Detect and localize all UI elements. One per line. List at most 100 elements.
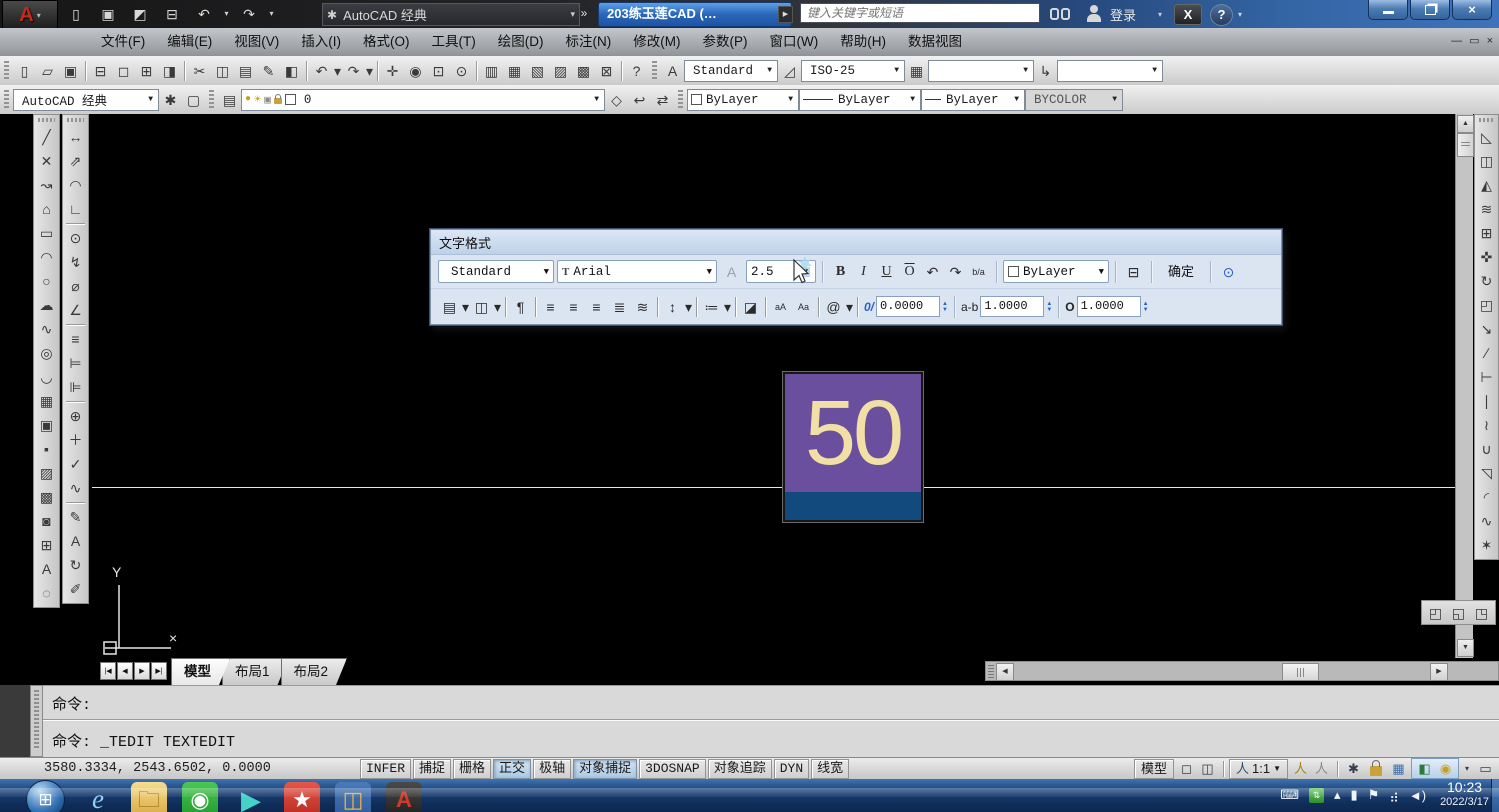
aligned-dimension-icon[interactable]: ⇗ <box>64 149 87 173</box>
add-selected-icon[interactable]: ◌ <box>35 581 58 605</box>
oblique-angle-input[interactable]: 0.0000 <box>876 296 940 317</box>
save-workspace-icon[interactable]: ▢ <box>182 89 205 111</box>
workspace-combo[interactable]: ✱ AutoCAD 经典 ▾ <box>322 3 580 26</box>
layer-states-icon[interactable]: ⇄ <box>651 89 674 111</box>
chevron-down-icon[interactable]: ▾ <box>1238 10 1242 19</box>
tolerance-icon[interactable]: ⊕ <box>64 404 87 428</box>
offset-icon[interactable]: ≋ <box>1475 197 1498 221</box>
quick-view-layouts-icon[interactable]: ◫ <box>1197 760 1218 778</box>
spinner-arrows[interactable]: ▲▼ <box>1046 301 1052 313</box>
table-icon[interactable]: ⊞ <box>35 533 58 557</box>
chevron-down-icon[interactable]: ▼ <box>910 95 917 104</box>
plot-icon[interactable]: ⊟ <box>158 3 186 25</box>
copy-icon[interactable]: ◫ <box>211 60 234 82</box>
workspace-settings-icon[interactable]: ✱ <box>159 89 182 111</box>
plot-icon[interactable]: ⊟ <box>89 60 112 82</box>
mtext-justification-icon[interactable]: ◫ <box>470 296 493 318</box>
dialog-text-style-combo[interactable]: Standard ▼ <box>438 260 554 283</box>
text-style-icon[interactable]: A <box>661 60 684 82</box>
command-window-grip[interactable] <box>30 685 43 757</box>
continue-dimension-icon[interactable]: ⊫ <box>64 375 87 399</box>
save-as-icon[interactable]: ◩ <box>126 3 154 25</box>
angular-dimension-icon[interactable]: ∠ <box>64 298 87 322</box>
input-indicator-icon[interactable]: ⌨ <box>1280 787 1299 803</box>
ordinate-dimension-icon[interactable]: ∟ <box>64 197 87 221</box>
horizontal-scrollbar[interactable]: ◀ ▶ <box>985 661 1499 681</box>
diameter-dimension-icon[interactable]: ⌀ <box>64 274 87 298</box>
insert-block-icon[interactable]: ▦ <box>35 389 58 413</box>
baseline-dimension-icon[interactable]: ⊨ <box>64 351 87 375</box>
taskbar-file-explorer[interactable]: 🗀 <box>131 782 167 812</box>
network-signal-icon[interactable]: ⣴ <box>1389 787 1399 803</box>
spline-icon[interactable]: ∿ <box>35 317 58 341</box>
toolbar-grip[interactable] <box>678 90 683 110</box>
toggle-polar[interactable]: 极轴 <box>533 759 571 779</box>
mirror-icon[interactable]: ◭ <box>1475 173 1498 197</box>
zoom-realtime-icon[interactable]: ◉ <box>404 60 427 82</box>
extend-icon[interactable]: ⊢ <box>1475 365 1498 389</box>
toggle-ortho[interactable]: 正交 <box>493 759 531 779</box>
volume-icon[interactable]: ◄) <box>1409 788 1426 803</box>
construction-line-icon[interactable]: ✕ <box>35 149 58 173</box>
paragraph-icon[interactable]: ¶ <box>509 296 532 318</box>
next-tab-icon[interactable]: ▶ <box>134 662 150 680</box>
coordinates-readout[interactable]: 3580.3334, 2543.6502, 0.0000 <box>44 761 360 776</box>
numbering-icon[interactable]: ≔ <box>700 296 723 318</box>
array-icon[interactable]: ⊞ <box>1475 221 1498 245</box>
align-right-icon[interactable]: ≡ <box>585 296 608 318</box>
dialog-font-combo[interactable]: T Arial ▼ <box>557 260 717 283</box>
search-icon[interactable] <box>1050 7 1076 21</box>
multileader-style-combo[interactable]: ▼ <box>1057 60 1163 82</box>
underline-icon[interactable]: U <box>875 261 898 283</box>
menu-item[interactable]: 标注(N) <box>555 28 623 55</box>
redo-icon[interactable]: ↷ <box>944 261 967 283</box>
minimize-button[interactable] <box>1368 0 1408 20</box>
menu-item[interactable]: 工具(T) <box>421 28 487 55</box>
insert-field-icon[interactable]: ◪ <box>739 296 762 318</box>
menu-item[interactable]: 编辑(E) <box>156 28 223 55</box>
tracking-input[interactable]: 1.0000 <box>980 296 1044 317</box>
text-editor-field[interactable]: 50 <box>785 374 921 492</box>
chevron-down-icon[interactable]: ▼ <box>894 66 901 75</box>
draworder-bring-to-front-icon[interactable]: ◰ <box>1424 602 1447 624</box>
toolbar-grip[interactable] <box>4 90 9 110</box>
distribute-icon[interactable]: ≋ <box>631 296 654 318</box>
last-tab-icon[interactable]: ▶| <box>151 662 167 680</box>
start-button[interactable]: ⊞ <box>26 780 65 812</box>
explode-icon[interactable]: ✶ <box>1475 533 1498 557</box>
menu-item[interactable]: 绘图(D) <box>487 28 555 55</box>
align-left-icon[interactable]: ≡ <box>539 296 562 318</box>
uppercase-icon[interactable]: aA <box>769 296 792 318</box>
tool-palettes-icon[interactable]: ▧ <box>526 60 549 82</box>
help-icon[interactable]: ? <box>625 60 648 82</box>
make-object-layer-current-icon[interactable]: ◇ <box>605 89 628 111</box>
drawing-area[interactable]: ╱✕↝⌂▭◠○☁∿◎◡▦▣▪▨▩◙⊞A◌ ↔⇗◠∟⊙↯⌀∠≡⊨⊫⊕＋✓∿✎A↻✐… <box>0 114 1499 658</box>
publish-icon[interactable]: ⊞ <box>135 60 158 82</box>
scroll-left-icon[interactable]: ◀ <box>996 663 1014 681</box>
block-editor-icon[interactable]: ◧ <box>280 60 303 82</box>
annotative-icon[interactable]: A <box>720 261 743 283</box>
taskbar-zip-tool-360[interactable]: ◫ <box>335 782 371 812</box>
mtext-icon[interactable]: A <box>35 557 58 581</box>
trim-icon[interactable]: ∕ <box>1475 341 1498 365</box>
search-input[interactable] <box>800 3 1040 23</box>
linear-dimension-icon[interactable]: ↔ <box>64 125 87 149</box>
hardware-acceleration-icon[interactable]: ▦ <box>1388 760 1409 778</box>
workspaces-combo[interactable]: AutoCAD 经典 ▼ <box>13 89 159 111</box>
dialog-title[interactable]: 文字格式 <box>431 230 1281 255</box>
undo-icon[interactable]: ↶ <box>310 60 333 82</box>
toolbar-grip[interactable] <box>652 61 657 81</box>
stack-icon[interactable]: b/a <box>967 261 990 283</box>
dimension-line[interactable] <box>92 487 1455 488</box>
arc-length-dimension-icon[interactable]: ◠ <box>64 173 87 197</box>
chevron-down-icon[interactable]: ▼ <box>148 95 155 104</box>
line-icon[interactable]: ╱ <box>35 125 58 149</box>
layer-freeze-vp-icon[interactable]: ▣ <box>264 93 271 107</box>
doc-minimize-icon[interactable]: — <box>1451 34 1462 48</box>
chevron-down-icon[interactable]: ▼ <box>1152 66 1159 75</box>
layer-combo[interactable]: ● ☀ ▣ 0 ▼ <box>241 89 605 111</box>
table-style-icon[interactable]: ▦ <box>905 60 928 82</box>
taskbar-internet-explorer[interactable]: e <box>80 782 116 812</box>
power-plug-icon[interactable]: ▮ <box>1351 787 1358 803</box>
markup-set-manager-icon[interactable]: ▩ <box>572 60 595 82</box>
